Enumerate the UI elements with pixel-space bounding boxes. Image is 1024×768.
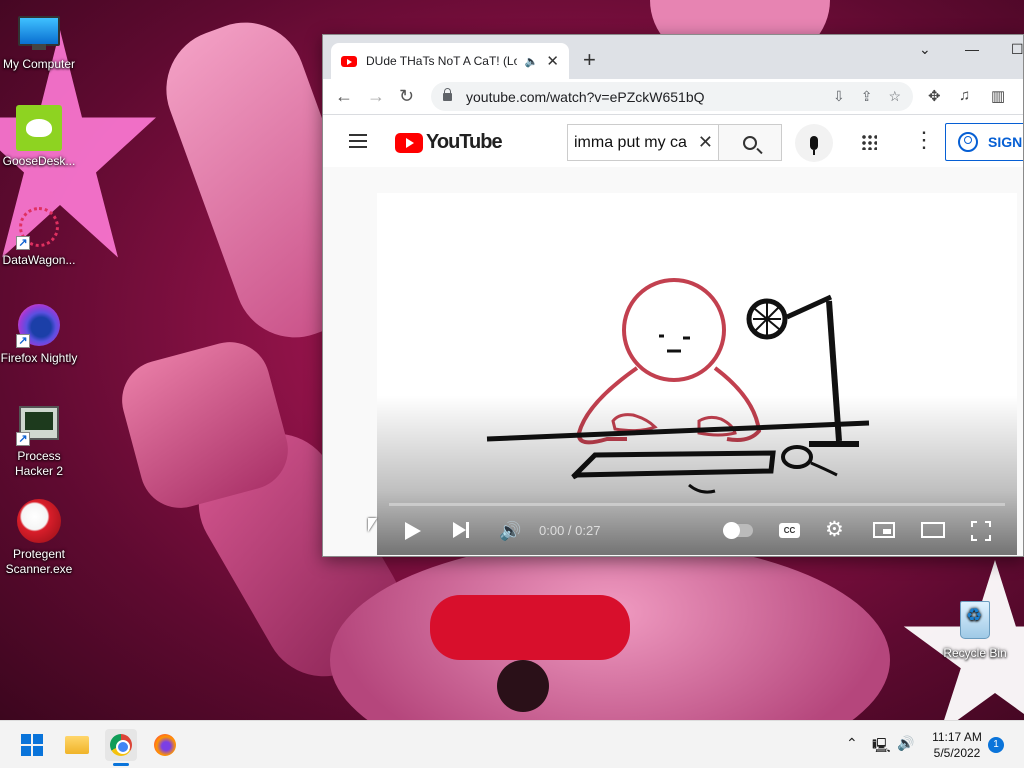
browser-toolbar: ← → ↻ youtube.com/watch?v=ePZckW651bQ ⇩ …	[323, 79, 1023, 115]
tab-youtube-video[interactable]: DUde THaTs NoT A CaT! (Lo 🔈 ✕	[331, 43, 569, 79]
wallpaper-red-bowtie	[430, 595, 630, 660]
datawagon-icon: ↗	[16, 204, 62, 250]
next-video-icon[interactable]	[453, 522, 469, 538]
autoplay-toggle[interactable]	[723, 522, 753, 539]
folder-icon	[65, 736, 89, 754]
shortcut-arrow-icon: ↗	[16, 334, 30, 348]
tab-search-chevron-icon[interactable]: ⌄	[919, 41, 931, 58]
player-controls: 🔊 0:00 / 0:27 CC ⚙	[377, 511, 1017, 551]
show-hidden-icons-chevron-icon[interactable]: ⌃	[846, 735, 858, 752]
taskbar: ⌃ 🖳 🔊 11:17 AM 5/5/2022 1	[0, 720, 1024, 768]
back-button[interactable]: ←	[335, 85, 353, 107]
youtube-favicon-icon	[341, 55, 357, 67]
mouse-cursor-icon	[368, 518, 377, 532]
chrome-taskbar-button[interactable]	[105, 729, 137, 761]
firefox-nightly-icon: ↗	[16, 302, 62, 348]
youtube-header: YouTube imma put my ca ✕ ⋮ SIGN	[323, 115, 1023, 167]
desktop-icon-goosedesktop[interactable]: GooseDesk...	[0, 105, 78, 169]
firefox-icon	[154, 734, 176, 756]
desktop-icon-protegent[interactable]: Protegent Scanner.exe	[0, 498, 78, 577]
windows-logo-icon	[21, 734, 43, 756]
desktop-icon-label: Protegent Scanner.exe	[5, 547, 73, 576]
desktop-icon-label: GooseDesk...	[2, 154, 76, 168]
time-display: 0:00 / 0:27	[539, 523, 601, 538]
wallpaper-character-nose	[497, 660, 549, 712]
network-icon[interactable]: 🖳	[872, 735, 891, 759]
settings-gear-icon[interactable]: ⚙	[825, 519, 844, 541]
search-icon	[743, 135, 757, 150]
search-input[interactable]: imma put my ca ✕	[567, 124, 719, 161]
shortcut-arrow-icon: ↗	[16, 432, 30, 446]
computer-icon	[16, 8, 62, 54]
desktop-icon-label: My Computer	[2, 57, 76, 71]
desktop-icon-recycle-bin[interactable]: Recycle Bin	[936, 597, 1014, 661]
microphone-icon	[810, 136, 818, 155]
youtube-wordmark: YouTube	[426, 131, 503, 153]
desktop-icon-label: Firefox Nightly	[0, 351, 78, 365]
side-panel-icon[interactable]: ▥	[991, 87, 1005, 105]
volume-tray-icon[interactable]: 🔊	[897, 735, 914, 752]
file-explorer-button[interactable]	[61, 729, 93, 761]
start-button[interactable]	[16, 729, 48, 761]
theater-mode-icon[interactable]	[921, 522, 945, 538]
play-icon[interactable]	[405, 522, 421, 540]
more-options-icon[interactable]: ⋮	[913, 129, 935, 151]
chrome-icon	[110, 734, 132, 756]
clock-time: 11:17 AM	[932, 730, 982, 744]
address-bar[interactable]: youtube.com/watch?v=ePZckW651bQ ⇩ ⇪ ☆	[431, 82, 913, 111]
tab-title: DUde THaTs NoT A CaT! (Lo	[366, 54, 517, 68]
forward-button[interactable]: →	[367, 85, 385, 107]
bookmark-star-icon[interactable]: ☆	[888, 88, 901, 105]
maximize-button[interactable]: ☐	[1011, 41, 1023, 58]
desktop-icon-label: Recycle Bin	[943, 646, 1007, 660]
install-app-icon[interactable]: ⇩	[833, 88, 845, 105]
desktop-icon-label: Process Hacker 2	[14, 449, 64, 478]
clock[interactable]: 11:17 AM 5/5/2022	[922, 729, 992, 761]
voice-search-button[interactable]	[795, 124, 833, 162]
sign-in-label: SIGN	[988, 134, 1023, 150]
shortcut-arrow-icon: ↗	[16, 236, 30, 250]
minimize-button[interactable]: —	[965, 41, 979, 57]
desktop-icon-datawagon[interactable]: ↗ DataWagon...	[0, 204, 78, 268]
miniplayer-icon[interactable]	[873, 522, 895, 538]
volume-icon[interactable]: 🔊	[499, 521, 521, 541]
sign-in-button[interactable]: SIGN	[945, 123, 1023, 161]
desktop-icon-process-hacker[interactable]: ↗ Process Hacker 2	[0, 400, 78, 479]
share-icon[interactable]: ⇪	[861, 88, 873, 105]
speaker-icon[interactable]: 🔈	[525, 55, 539, 68]
desktop-icon-firefox-nightly[interactable]: ↗ Firefox Nightly	[0, 302, 78, 366]
search-button[interactable]	[718, 124, 782, 161]
video-player[interactable]: 🔊 0:00 / 0:27 CC ⚙	[377, 193, 1017, 555]
url-text: youtube.com/watch?v=ePZckW651bQ	[466, 88, 705, 105]
desktop-icon-my-computer[interactable]: My Computer	[0, 8, 78, 72]
browser-window[interactable]: DUde THaTs NoT A CaT! (Lo 🔈 ✕ + ⌄ — ☐ ← …	[322, 34, 1024, 557]
tab-strip: DUde THaTs NoT A CaT! (Lo 🔈 ✕ + ⌄ — ☐	[323, 35, 1023, 79]
new-tab-button[interactable]: +	[583, 49, 596, 71]
fullscreen-icon[interactable]	[971, 521, 991, 541]
protegent-icon	[16, 498, 62, 544]
clear-search-icon[interactable]: ✕	[698, 132, 713, 153]
goose-icon	[16, 105, 62, 151]
recycle-bin-icon	[952, 597, 998, 643]
reload-button[interactable]: ↻	[399, 85, 414, 107]
youtube-logo[interactable]: YouTube	[395, 131, 503, 154]
search-query-text: imma put my ca	[574, 133, 687, 151]
tab-close-icon[interactable]: ✕	[546, 52, 559, 70]
media-controls-icon[interactable]: ♫	[959, 87, 970, 104]
notification-badge[interactable]: 1	[988, 737, 1004, 753]
clock-date: 5/5/2022	[933, 746, 981, 760]
desktop-icon-label: DataWagon...	[2, 253, 76, 267]
account-icon	[958, 132, 978, 152]
progress-bar[interactable]	[389, 503, 1005, 506]
active-app-indicator	[113, 763, 129, 766]
hamburger-menu-icon[interactable]	[349, 134, 367, 148]
apps-grid-icon[interactable]	[861, 134, 877, 150]
firefox-taskbar-button[interactable]	[149, 729, 181, 761]
lock-icon[interactable]	[443, 87, 452, 101]
subtitles-button[interactable]: CC	[779, 523, 800, 538]
extensions-puzzle-icon[interactable]: ✥	[928, 87, 941, 105]
process-hacker-icon: ↗	[16, 400, 62, 446]
youtube-play-logo-icon	[395, 132, 423, 153]
